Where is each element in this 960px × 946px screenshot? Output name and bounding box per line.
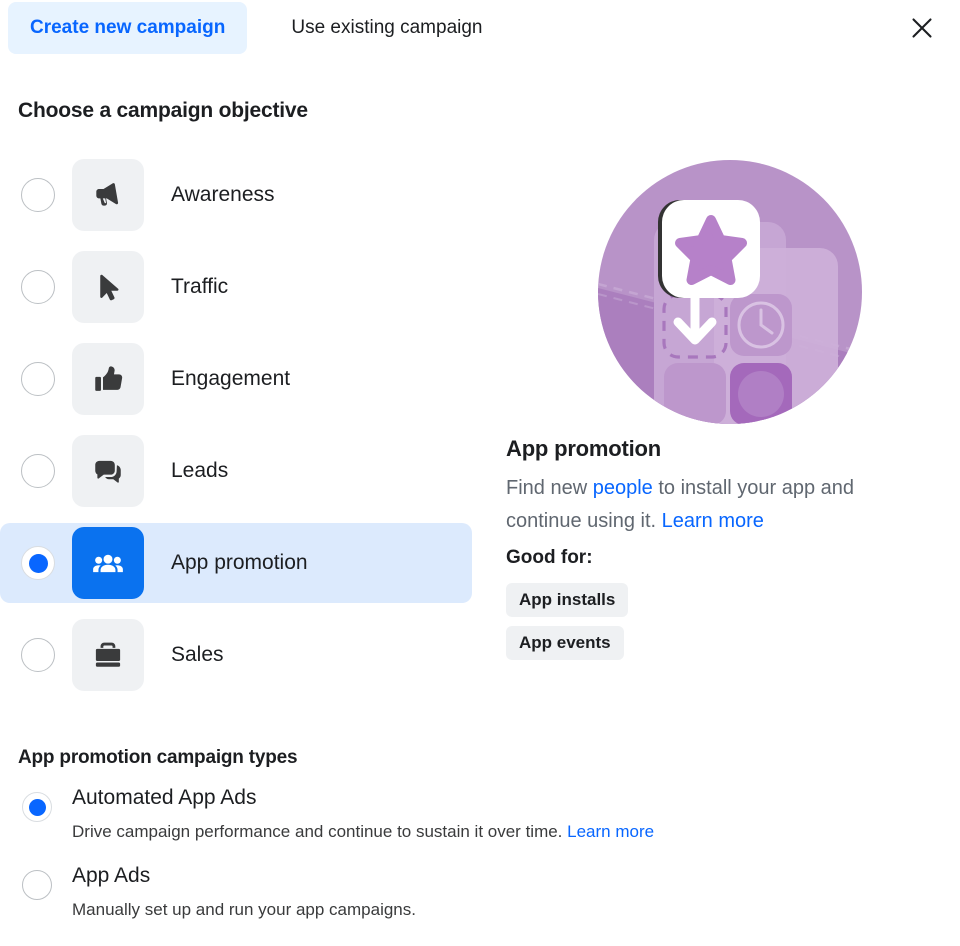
objective-label-traffic: Traffic [171,275,229,298]
thumbs-up-icon [72,343,144,415]
chip-app-installs: App installs [506,583,629,617]
campaign-type-row-app-ads[interactable]: App Ads Manually set up and run your app… [0,864,900,946]
chip-app-events: App events [506,626,624,660]
objective-list: Awareness Traffic Engagement Leads App p… [0,155,480,707]
people-icon [72,527,144,599]
cursor-icon [72,251,144,323]
radio-app-promotion[interactable] [21,546,55,580]
objective-section-heading: Choose a campaign objective [18,99,308,122]
megaphone-icon [72,159,144,231]
radio-traffic[interactable] [21,270,55,304]
good-for-chips: App installs App events [506,583,629,669]
campaign-type-label-automated-app-ads: Automated App Ads [72,786,257,809]
tab-create-new-campaign-label: Create new campaign [30,17,226,38]
objective-row-traffic[interactable]: Traffic [0,247,472,327]
objective-row-awareness[interactable]: Awareness [0,155,472,235]
campaign-type-row-automated-app-ads[interactable]: Automated App Ads Drive campaign perform… [0,786,900,868]
info-panel-description: Find new people to install your app and … [506,472,916,538]
info-panel-title: App promotion [506,436,662,461]
objective-label-sales: Sales [171,643,224,666]
tab-create-new-campaign[interactable]: Create new campaign [8,2,248,54]
radio-awareness[interactable] [21,178,55,212]
objective-label-engagement: Engagement [171,367,291,390]
chat-bubbles-icon [72,435,144,507]
tab-bar: Create new campaign Use existing campaig… [0,0,960,56]
radio-engagement[interactable] [21,362,55,396]
close-button[interactable] [902,8,942,48]
campaign-type-label-app-ads: App Ads [72,864,151,887]
learn-more-link-info[interactable]: Learn more [662,510,764,532]
briefcase-icon [72,619,144,691]
campaign-types-heading: App promotion campaign types [18,747,298,768]
radio-sales[interactable] [21,638,55,672]
objective-row-sales[interactable]: Sales [0,615,472,695]
info-desc-part1: Find new [506,477,593,499]
objective-row-engagement[interactable]: Engagement [0,339,472,419]
app-promotion-illustration [598,160,862,424]
radio-automated-app-ads[interactable] [22,792,52,822]
learn-more-link-automated-app-ads[interactable]: Learn more [567,822,654,841]
objective-label-awareness: Awareness [171,183,275,206]
radio-app-ads[interactable] [22,870,52,900]
campaign-types-list: Automated App Ads Drive campaign perform… [0,786,900,946]
campaign-type-description-app-ads: Manually set up and run your app campaig… [72,900,416,919]
radio-leads[interactable] [21,454,55,488]
close-icon [909,15,935,41]
objective-row-app-promotion[interactable]: App promotion [0,523,472,603]
objective-label-app-promotion: App promotion [171,551,308,574]
tab-use-existing-campaign-label: Use existing campaign [291,17,483,38]
objective-label-leads: Leads [171,459,229,482]
good-for-label: Good for: [506,547,593,568]
campaign-type-description-automated-app-ads: Drive campaign performance and continue … [72,822,654,842]
objective-row-leads[interactable]: Leads [0,431,472,511]
people-link[interactable]: people [593,477,653,499]
campaign-type-desc-text: Drive campaign performance and continue … [72,822,568,841]
tab-use-existing-campaign[interactable]: Use existing campaign [269,2,504,54]
